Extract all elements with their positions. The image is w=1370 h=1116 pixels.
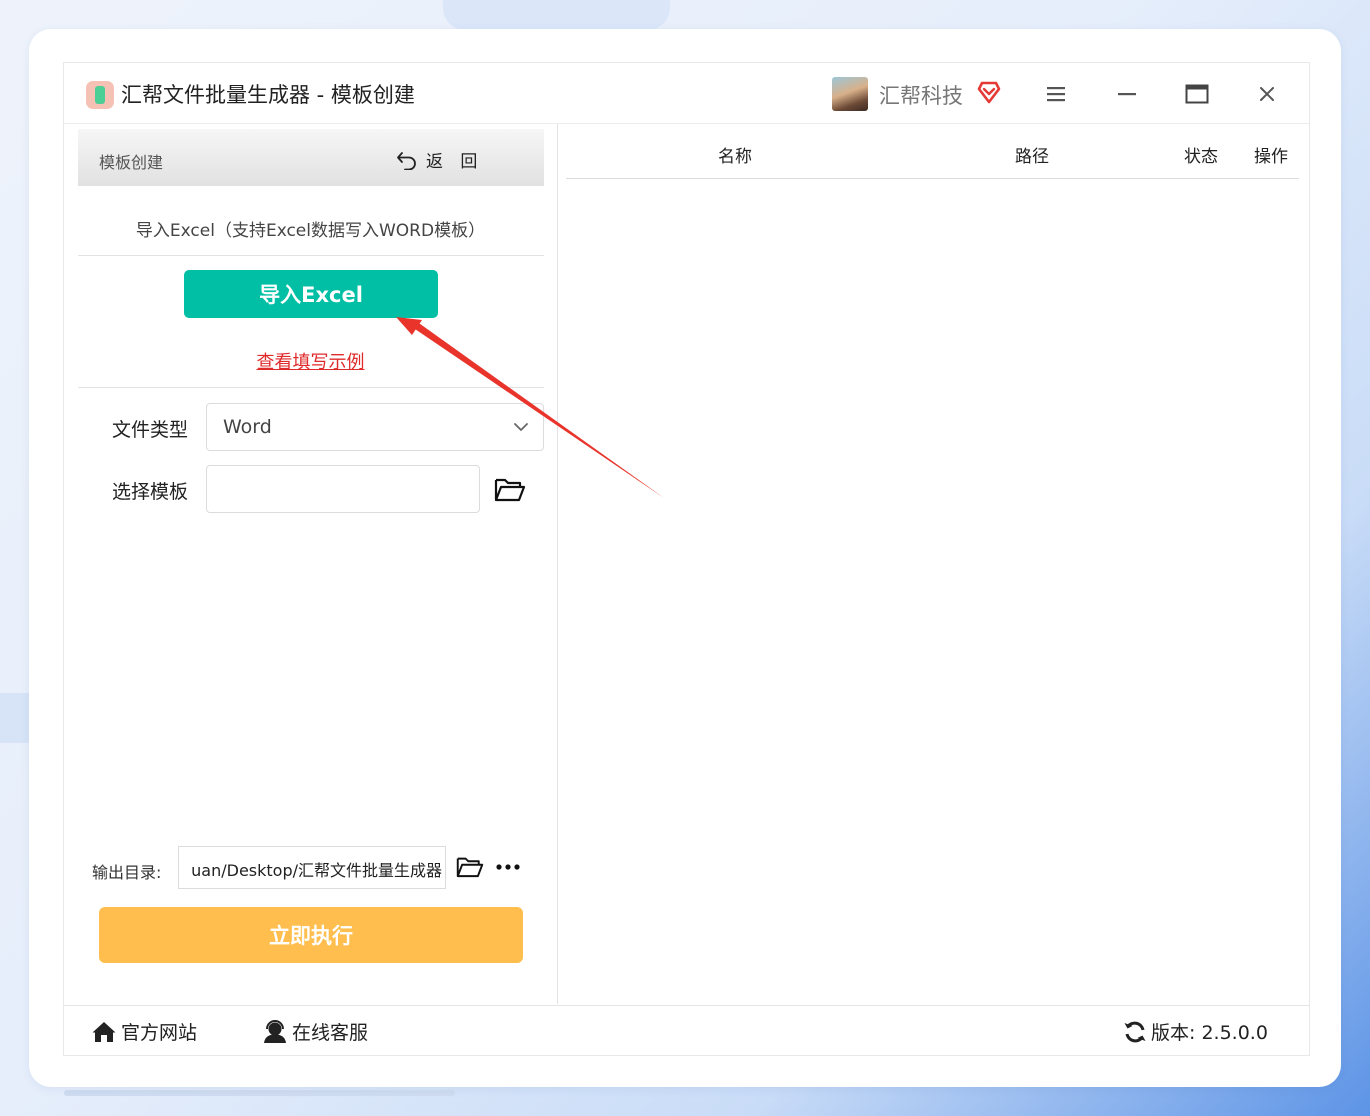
divider xyxy=(78,387,544,388)
column-header-name: 名称 xyxy=(718,147,752,167)
more-icon[interactable] xyxy=(494,855,524,879)
version-label: 版本: 2.5.0.0 xyxy=(1151,1022,1268,1044)
minimize-button[interactable] xyxy=(1107,77,1147,111)
file-type-value: Word xyxy=(223,416,272,438)
back-label: 返 回 xyxy=(426,152,478,172)
close-button[interactable] xyxy=(1247,77,1287,111)
file-type-select[interactable]: Word xyxy=(206,403,544,451)
home-icon xyxy=(92,1021,116,1042)
output-label: 输出目录: xyxy=(92,863,162,882)
brand-name: 汇帮科技 xyxy=(879,84,963,108)
task-table: 名称 路径 状态 操作 xyxy=(566,124,1299,1004)
refresh-icon[interactable] xyxy=(1123,1020,1147,1044)
left-panel: 模板创建 返 回 导入Excel（支持Excel数据写入WORD模板） 导入Ex… xyxy=(64,124,558,1004)
window-title: 汇帮文件批量生成器 - 模板创建 xyxy=(121,83,415,107)
output-path-input[interactable]: uan/Desktop/汇帮文件批量生成器 xyxy=(178,846,446,889)
app-window: 汇帮文件批量生成器 - 模板创建 汇帮科技 模板创建 返 回 导入Excel（支… xyxy=(63,62,1310,1056)
menu-icon xyxy=(1047,87,1065,102)
file-type-label: 文件类型 xyxy=(112,419,189,441)
back-button[interactable]: 返 回 xyxy=(396,147,477,172)
background-strip xyxy=(0,693,30,743)
maximize-icon xyxy=(1185,84,1209,104)
user-avatar[interactable] xyxy=(832,77,868,111)
template-label: 选择模板 xyxy=(112,481,189,503)
column-header-status: 状态 xyxy=(1184,147,1218,167)
app-icon xyxy=(86,81,114,109)
run-button[interactable]: 立即执行 xyxy=(99,907,523,963)
output-path: uan/Desktop/汇帮文件批量生成器 xyxy=(191,861,442,880)
background-scroll-hint xyxy=(64,1090,455,1096)
minimize-icon xyxy=(1118,93,1136,96)
column-header-action: 操作 xyxy=(1254,147,1288,167)
version-info: 版本: 2.5.0.0 xyxy=(1123,1018,1268,1045)
panel-header: 模板创建 返 回 xyxy=(78,129,544,186)
footer-bar: 官方网站 在线客服 版本: 2.5.0.0 xyxy=(64,1005,1309,1056)
template-input[interactable] xyxy=(206,465,480,513)
panel-title: 模板创建 xyxy=(99,153,164,172)
website-link[interactable]: 官方网站 xyxy=(91,1018,197,1045)
title-bar: 汇帮文件批量生成器 - 模板创建 汇帮科技 xyxy=(64,63,1309,124)
maximize-button[interactable] xyxy=(1177,77,1217,111)
folder-icon[interactable] xyxy=(494,476,526,502)
close-icon xyxy=(1260,87,1274,101)
support-label: 在线客服 xyxy=(292,1022,369,1044)
header-divider xyxy=(566,178,1299,179)
column-header-path: 路径 xyxy=(1015,147,1049,167)
undo-icon xyxy=(397,151,416,170)
menu-button[interactable] xyxy=(1036,77,1076,111)
folder-icon[interactable] xyxy=(456,855,484,878)
support-link[interactable]: 在线客服 xyxy=(262,1018,368,1045)
import-description: 导入Excel（支持Excel数据写入WORD模板） xyxy=(135,221,486,241)
background-tab xyxy=(443,0,670,30)
chevron-down-icon xyxy=(514,423,528,431)
support-icon xyxy=(264,1019,286,1043)
divider xyxy=(78,255,544,256)
website-label: 官方网站 xyxy=(121,1022,198,1044)
example-link[interactable]: 查看填写示例 xyxy=(64,348,557,374)
import-excel-button[interactable]: 导入Excel xyxy=(184,270,438,318)
vip-badge-icon[interactable] xyxy=(976,79,1002,105)
